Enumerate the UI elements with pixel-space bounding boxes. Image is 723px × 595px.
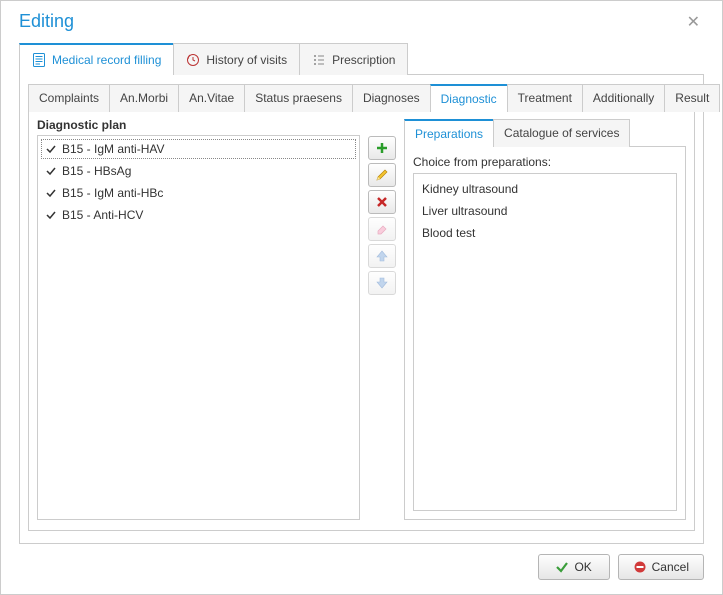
tab-prescription[interactable]: Prescription [299, 43, 408, 75]
plan-toolbar [368, 118, 396, 520]
pencil-icon [375, 168, 389, 182]
tab-label: Medical record filling [52, 53, 161, 67]
list-icon [312, 53, 326, 67]
diagnostic-plan-pane: Diagnostic plan B15 - IgM anti-HAV B15 -… [37, 118, 360, 520]
plan-title: Diagnostic plan [37, 118, 360, 132]
edit-button[interactable] [368, 163, 396, 187]
tab-an-morbi[interactable]: An.Morbi [109, 84, 179, 112]
diagnostic-content: Diagnostic plan B15 - IgM anti-HAV B15 -… [28, 112, 695, 531]
add-button[interactable] [368, 136, 396, 160]
tab-diagnostic[interactable]: Diagnostic [430, 84, 508, 112]
delete-button[interactable] [368, 190, 396, 214]
tab-catalogue[interactable]: Catalogue of services [493, 119, 630, 147]
dialog-header: Editing ✕ [1, 1, 722, 37]
preparation-item[interactable]: Blood test [420, 222, 670, 244]
dialog-footer: OK Cancel [1, 544, 722, 594]
plan-item[interactable]: B15 - Anti-HCV [40, 204, 357, 226]
tab-an-vitae[interactable]: An.Vitae [178, 84, 245, 112]
preparations-list[interactable]: Kidney ultrasound Liver ultrasound Blood… [413, 173, 677, 511]
plan-item-label: B15 - HBsAg [62, 164, 131, 178]
tab-complaints[interactable]: Complaints [28, 84, 110, 112]
cancel-button[interactable]: Cancel [618, 554, 704, 580]
cancel-label: Cancel [652, 560, 689, 574]
preparations-tabs: Preparations Catalogue of services [404, 118, 686, 147]
check-icon [46, 188, 56, 198]
plan-list[interactable]: B15 - IgM anti-HAV B15 - HBsAg B15 - IgM… [37, 135, 360, 520]
erase-button[interactable] [368, 217, 396, 241]
tab-label: History of visits [206, 53, 287, 67]
tab-label: Prescription [332, 53, 395, 67]
plan-item[interactable]: B15 - HBsAg [40, 160, 357, 182]
preparations-frame: Choice from preparations: Kidney ultraso… [404, 147, 686, 520]
dialog-title: Editing [19, 11, 74, 32]
preparation-item[interactable]: Kidney ultrasound [420, 178, 670, 200]
check-icon [46, 166, 56, 176]
plan-item[interactable]: B15 - IgM anti-HBc [40, 182, 357, 204]
check-ok-icon [555, 560, 569, 574]
check-icon [46, 144, 56, 154]
document-lines-icon [32, 53, 46, 67]
arrow-down-icon [375, 276, 389, 290]
tab-status-praesens[interactable]: Status praesens [244, 84, 353, 112]
eraser-icon [375, 222, 389, 236]
plan-item-label: B15 - IgM anti-HAV [62, 142, 164, 156]
inner-frame: Complaints An.Morbi An.Vitae Status prae… [19, 75, 704, 544]
plus-icon [375, 141, 389, 155]
tab-additionally[interactable]: Additionally [582, 84, 665, 112]
move-up-button[interactable] [368, 244, 396, 268]
ok-button[interactable]: OK [538, 554, 610, 580]
tab-medical-record-filling[interactable]: Medical record filling [19, 43, 174, 75]
plan-item-label: B15 - IgM anti-HBc [62, 186, 163, 200]
preparation-item[interactable]: Liver ultrasound [420, 200, 670, 222]
tab-treatment[interactable]: Treatment [507, 84, 583, 112]
arrow-up-icon [375, 249, 389, 263]
sub-tabs: Complaints An.Morbi An.Vitae Status prae… [28, 83, 695, 112]
x-cross-icon [375, 195, 389, 209]
plan-item-label: B15 - Anti-HCV [62, 208, 143, 222]
preparations-pane: Preparations Catalogue of services Choic… [404, 118, 686, 520]
cancel-stop-icon [633, 560, 647, 574]
tab-diagnoses[interactable]: Diagnoses [352, 84, 431, 112]
check-icon [46, 210, 56, 220]
tab-history-of-visits[interactable]: History of visits [173, 43, 300, 75]
preparations-label: Choice from preparations: [413, 155, 677, 169]
plan-item[interactable]: B15 - IgM anti-HAV [40, 138, 357, 160]
tab-preparations[interactable]: Preparations [404, 119, 494, 147]
ok-label: OK [574, 560, 591, 574]
move-down-button[interactable] [368, 271, 396, 295]
history-clock-icon [186, 53, 200, 67]
editing-dialog: Editing ✕ Medical record filling History… [0, 0, 723, 595]
top-tabs: Medical record filling History of visits… [19, 42, 704, 75]
tab-result[interactable]: Result [664, 84, 720, 112]
dialog-body: Medical record filling History of visits… [1, 37, 722, 544]
close-icon[interactable]: ✕ [683, 12, 704, 32]
